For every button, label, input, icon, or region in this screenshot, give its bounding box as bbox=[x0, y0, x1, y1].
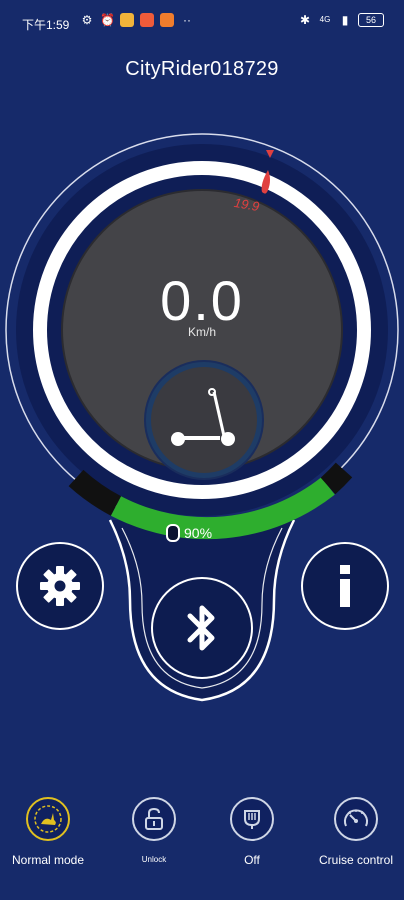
light-label: Off bbox=[244, 853, 260, 867]
network-type-icon: 4G bbox=[319, 15, 331, 24]
cruise-control-label: Cruise control bbox=[318, 853, 394, 867]
status-time: 下午1:59 bbox=[22, 18, 70, 32]
speed-unit: Km/h bbox=[187, 325, 216, 339]
bluetooth-button[interactable] bbox=[151, 577, 253, 679]
device-name-title: CityRider018729 bbox=[125, 58, 279, 80]
app-notification-icon bbox=[140, 13, 154, 27]
scooter-status-button[interactable] bbox=[146, 362, 262, 478]
more-notifications-icon: ·· bbox=[183, 13, 191, 27]
info-button[interactable] bbox=[301, 542, 389, 630]
speed-value: 0.0 bbox=[160, 269, 244, 332]
app-notification-icon bbox=[160, 13, 174, 27]
status-notification-icons: ⚙ ⏰ ·· bbox=[80, 13, 194, 27]
alarm-icon: ⏰ bbox=[100, 13, 115, 27]
lock-icon bbox=[145, 807, 163, 830]
speedometer-icon bbox=[344, 809, 368, 827]
app-notification-icon bbox=[120, 13, 134, 27]
light-circle bbox=[230, 797, 274, 841]
bottom-control-bar: Normal mode Unlock Off Cruise control bbox=[0, 790, 404, 900]
gear-icon bbox=[40, 566, 80, 606]
light-button[interactable]: Off bbox=[202, 790, 302, 867]
rabbit-mode-icon bbox=[34, 805, 62, 833]
bluetooth-status-icon: ✱ bbox=[299, 13, 311, 27]
gear-status-icon: ⚙ bbox=[81, 13, 93, 27]
info-icon bbox=[340, 565, 350, 607]
scooter-icon bbox=[171, 388, 235, 446]
signal-icon: ▮ bbox=[341, 13, 349, 27]
status-system-icons: ✱ 4G ▮ 56 bbox=[298, 13, 384, 27]
cruise-control-button[interactable]: Cruise control bbox=[306, 790, 404, 867]
cruise-circle bbox=[334, 797, 378, 841]
mode-circle bbox=[26, 797, 70, 841]
battery-icon bbox=[166, 524, 180, 542]
battery-percent: 90% bbox=[184, 525, 213, 541]
light-icon bbox=[244, 810, 260, 829]
unlock-button[interactable]: Unlock bbox=[104, 790, 204, 864]
battery-indicator: 90% bbox=[166, 524, 212, 542]
unlock-circle bbox=[132, 797, 176, 841]
status-bar: 下午1:59 ⚙ ⏰ ·· ✱ 4G ▮ 56 bbox=[0, 0, 404, 44]
bluetooth-icon bbox=[187, 605, 215, 651]
unlock-label: Unlock bbox=[141, 855, 167, 864]
normal-mode-button[interactable]: Normal mode bbox=[0, 790, 98, 867]
battery-arc-end bbox=[320, 462, 353, 495]
battery-status-icon: 56 bbox=[358, 13, 384, 27]
normal-mode-label: Normal mode bbox=[11, 853, 85, 867]
settings-button[interactable] bbox=[16, 542, 104, 630]
